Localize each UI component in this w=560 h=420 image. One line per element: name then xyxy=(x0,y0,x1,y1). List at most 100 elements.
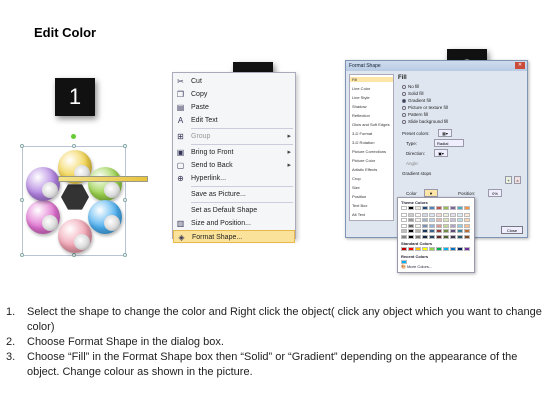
gradient-stops-bar[interactable] xyxy=(58,176,148,182)
resize-handle[interactable] xyxy=(72,253,76,257)
color-swatch[interactable] xyxy=(436,229,442,233)
color-swatch[interactable] xyxy=(422,218,428,222)
color-swatch[interactable] xyxy=(464,234,470,239)
add-stop-icon[interactable]: + xyxy=(505,176,512,184)
fill-option-slide-background-fill[interactable]: Slide background fill xyxy=(402,119,448,124)
color-swatch[interactable] xyxy=(408,247,414,251)
color-swatch[interactable] xyxy=(450,223,456,228)
color-swatch[interactable] xyxy=(464,218,470,222)
color-swatch[interactable] xyxy=(422,234,428,239)
color-swatch[interactable] xyxy=(408,223,414,228)
fill-option-picture-or-texture-fill[interactable]: Picture or texture fill xyxy=(402,105,448,110)
resize-handle[interactable] xyxy=(72,144,76,148)
color-swatch[interactable] xyxy=(450,218,456,222)
menu-item-bring-to-front[interactable]: ▣ Bring to Front ▸ xyxy=(173,146,295,159)
category-picture-color[interactable]: Picture Color xyxy=(352,158,375,163)
category-alt-text[interactable]: Alt Text xyxy=(352,212,365,217)
fill-option-solid-fill[interactable]: Solid fill xyxy=(402,91,424,96)
selected-shape-group[interactable] xyxy=(20,134,127,258)
color-swatch[interactable] xyxy=(429,206,435,210)
color-swatch[interactable] xyxy=(429,229,435,233)
preset-colors-dropdown[interactable]: ▦▾ xyxy=(438,129,452,137)
magenta-circle[interactable] xyxy=(26,200,60,234)
menu-item-set-as-default-shape[interactable]: Set as Default Shape xyxy=(173,204,295,217)
color-swatch[interactable] xyxy=(429,234,435,239)
color-swatch[interactable] xyxy=(436,206,442,210)
color-swatch[interactable] xyxy=(450,247,456,251)
color-swatch[interactable] xyxy=(457,229,463,233)
color-swatch[interactable] xyxy=(415,247,421,251)
category-fill[interactable]: Fill xyxy=(350,77,393,82)
color-swatch[interactable] xyxy=(429,218,435,222)
radio-button[interactable] xyxy=(402,105,406,110)
color-swatch[interactable] xyxy=(401,229,407,233)
dialog-close-icon[interactable]: ✕ xyxy=(515,62,525,69)
color-swatch[interactable] xyxy=(401,223,407,228)
menu-item-save-as-picture[interactable]: Save as Picture... xyxy=(173,188,295,201)
rotation-handle[interactable] xyxy=(71,134,76,139)
menu-item-hyperlink[interactable]: ⊕ Hyperlink... xyxy=(173,172,295,185)
color-swatch[interactable] xyxy=(464,212,470,217)
color-swatch[interactable] xyxy=(408,234,414,239)
resize-handle[interactable] xyxy=(123,144,127,148)
color-swatch[interactable] xyxy=(457,218,463,222)
color-swatch[interactable] xyxy=(443,212,449,217)
radio-button[interactable] xyxy=(402,91,406,96)
resize-handle[interactable] xyxy=(20,253,24,257)
menu-item-cut[interactable]: ✂ Cut xyxy=(173,75,295,88)
pink-circle[interactable] xyxy=(58,219,92,253)
color-swatch[interactable] xyxy=(436,234,442,239)
color-swatch[interactable] xyxy=(408,212,414,217)
color-swatch[interactable] xyxy=(422,247,428,251)
more-colors-link[interactable]: 🎨 More Colors... xyxy=(401,264,432,269)
category-line-style[interactable]: Line Style xyxy=(352,95,370,100)
resize-handle[interactable] xyxy=(123,198,127,202)
remove-stop-icon[interactable]: × xyxy=(514,176,521,184)
color-swatch[interactable] xyxy=(450,212,456,217)
color-swatch[interactable] xyxy=(464,229,470,233)
category-text-box[interactable]: Text Box xyxy=(352,203,367,208)
color-swatch[interactable] xyxy=(450,234,456,239)
color-swatch[interactable] xyxy=(415,223,421,228)
purple-circle[interactable] xyxy=(26,167,60,201)
color-swatch[interactable] xyxy=(443,206,449,210)
color-swatch[interactable] xyxy=(429,212,435,217)
color-swatch[interactable] xyxy=(422,223,428,228)
color-swatch[interactable] xyxy=(408,218,414,222)
color-swatch[interactable] xyxy=(457,223,463,228)
category-reflection[interactable]: Reflection xyxy=(352,113,370,118)
resize-handle[interactable] xyxy=(20,144,24,148)
category-glow-and-soft-edges[interactable]: Glow and Soft Edges xyxy=(352,122,390,127)
color-swatch[interactable] xyxy=(450,206,456,210)
menu-item-group[interactable]: ⊞ Group ▸ xyxy=(173,130,295,143)
color-swatch[interactable] xyxy=(422,229,428,233)
color-swatch[interactable] xyxy=(401,234,407,239)
color-swatch[interactable] xyxy=(443,229,449,233)
category-crop[interactable]: Crop xyxy=(352,176,361,181)
color-swatch[interactable] xyxy=(436,247,442,251)
color-swatch[interactable] xyxy=(436,218,442,222)
color-swatch[interactable] xyxy=(450,229,456,233)
color-swatch[interactable] xyxy=(408,206,414,210)
color-swatch[interactable] xyxy=(464,247,470,251)
color-swatch[interactable] xyxy=(457,206,463,210)
fill-option-no-fill[interactable]: No fill xyxy=(402,84,419,89)
position-field[interactable]: 0% xyxy=(488,189,502,197)
category-size[interactable]: Size xyxy=(352,185,360,190)
category-3-d-rotation[interactable]: 3-D Rotation xyxy=(352,140,374,145)
color-swatch[interactable] xyxy=(415,206,421,210)
color-swatch[interactable] xyxy=(422,206,428,210)
resize-handle[interactable] xyxy=(20,198,24,202)
color-swatch[interactable] xyxy=(415,218,421,222)
color-swatch[interactable] xyxy=(429,223,435,228)
radio-button[interactable] xyxy=(402,84,406,89)
category-shadow[interactable]: Shadow xyxy=(352,104,366,109)
color-swatch[interactable] xyxy=(422,212,428,217)
color-swatch[interactable] xyxy=(408,229,414,233)
menu-item-size-and-position[interactable]: ▥ Size and Position... xyxy=(173,217,295,230)
close-button[interactable]: Close xyxy=(501,226,523,234)
color-swatch[interactable] xyxy=(401,247,407,251)
color-swatch[interactable] xyxy=(443,223,449,228)
category-position[interactable]: Position xyxy=(352,194,366,199)
color-swatch[interactable] xyxy=(415,212,421,217)
